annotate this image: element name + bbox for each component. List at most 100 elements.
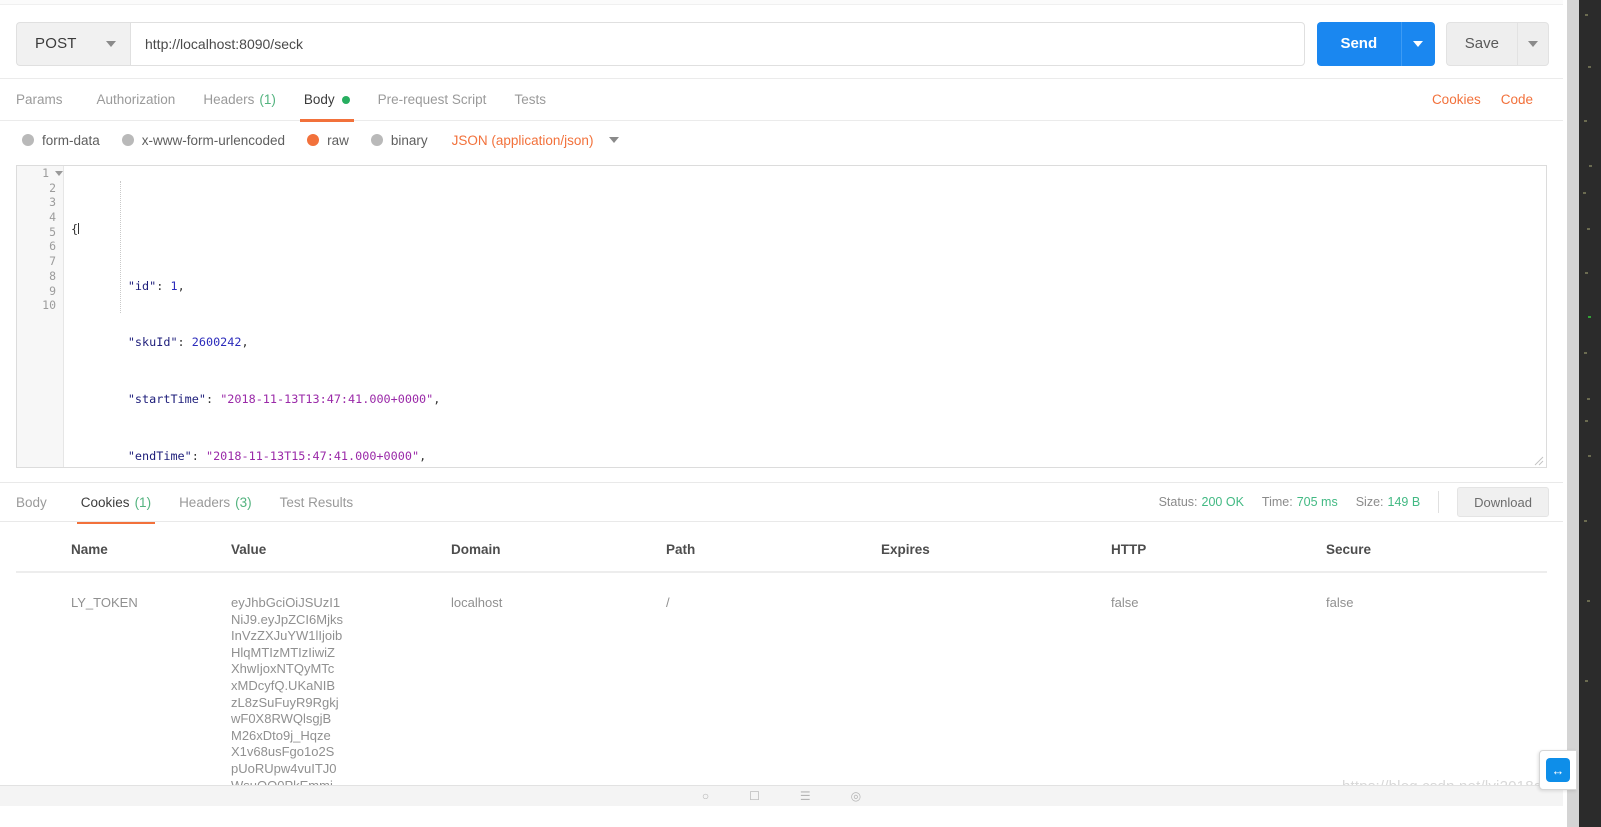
tab-label: Authorization — [96, 92, 176, 107]
body-type-binary[interactable]: binary — [370, 132, 428, 148]
cell-cookie-http: false — [1111, 595, 1139, 610]
body-present-dot-icon — [341, 95, 350, 104]
size-metric: Size: 149 B — [1356, 495, 1420, 509]
app-root: POST Send Save Params — [0, 0, 1601, 827]
request-tabs: Params Authorization Headers (1) Body Pr… — [0, 79, 1563, 122]
line-number: 6 — [49, 239, 56, 254]
download-button[interactable]: Download — [1457, 487, 1549, 517]
code-line-3: "skuId": 2600242, — [127, 335, 249, 350]
body-type-urlencoded[interactable]: x-www-form-urlencoded — [121, 133, 285, 148]
chevron-down-icon — [1413, 40, 1424, 47]
line-number: 3 — [49, 195, 56, 210]
task-view-icon[interactable]: ☐ — [749, 789, 760, 803]
table-header-row: Name Value Domain Path Expires HTTP Secu… — [16, 522, 1547, 573]
line-number: 5 — [49, 224, 56, 239]
save-options-button[interactable] — [1517, 21, 1549, 66]
tab-params[interactable]: Params — [16, 79, 77, 121]
line-number: 10 — [42, 298, 56, 313]
cell-cookie-name: LY_TOKEN — [71, 595, 138, 610]
tab-label: Params — [16, 92, 63, 107]
remote-control-widget[interactable]: ↔ — [1539, 750, 1577, 790]
editor-line-number-gutter: 1 2 3 4 5 6 7 8 9 10 — [17, 166, 64, 467]
tab-label: Pre-request Script — [377, 92, 487, 107]
body-type-raw[interactable]: raw — [307, 133, 349, 148]
code-link[interactable]: Code — [1501, 92, 1533, 107]
help-icon[interactable]: ◎ — [851, 789, 861, 803]
column-header-path[interactable]: Path — [666, 522, 881, 573]
tab-count: (1) — [259, 92, 276, 107]
code-line-1: { — [65, 222, 1546, 237]
bidirectional-arrow-icon: ↔ — [1546, 758, 1570, 782]
json-value-starttime: 2018-11-13T13:47:41.000+0000 — [227, 392, 427, 407]
json-value-skuid: 2600242 — [191, 335, 242, 350]
cookie-value-line: xMDcyfQ.UKaNIB — [231, 677, 336, 693]
indent-guide — [120, 180, 121, 313]
response-tab-cookies[interactable]: Cookies (1) — [67, 481, 165, 524]
content-type-dropdown[interactable]: JSON (application/json) — [452, 133, 620, 148]
response-tab-test-results[interactable]: Test Results — [266, 481, 368, 523]
radio-selected-icon — [307, 134, 320, 146]
line-number: 2 — [49, 180, 56, 195]
cookie-value-line: M26xDto9j_Hqze — [231, 727, 331, 743]
cell-cookie-secure: false — [1326, 595, 1354, 610]
column-header-secure[interactable]: Secure — [1326, 522, 1547, 573]
search-icon[interactable]: ○ — [702, 789, 709, 803]
status-label: Status: — [1158, 495, 1198, 509]
response-tabs: Body Cookies (1) Headers (3) Test Result… — [0, 481, 1563, 524]
column-header-value[interactable]: Value — [231, 522, 451, 573]
body-type-label: binary — [390, 132, 428, 148]
tab-headers[interactable]: Headers (1) — [189, 79, 290, 121]
body-type-form-data[interactable]: form-data — [22, 133, 100, 148]
editor-code-area[interactable]: { "id": 1, "skuId": 2600242, "startTime"… — [65, 166, 1546, 467]
cookie-value-line: XhwIjoxNTQyMTc — [231, 661, 335, 677]
response-tab-body[interactable]: Body — [16, 481, 61, 523]
column-header-domain[interactable]: Domain — [451, 522, 666, 573]
code-fold-caret-icon[interactable] — [55, 171, 63, 176]
send-button[interactable]: Send — [1316, 21, 1401, 66]
editor-resize-handle-icon[interactable] — [1534, 456, 1544, 466]
tab-body[interactable]: Body — [290, 79, 364, 122]
tab-pre-request-script[interactable]: Pre-request Script — [364, 79, 501, 121]
response-meta: Status: 200 OK Time: 705 ms Size: 149 B Dow… — [1159, 487, 1549, 517]
tab-count: (1) — [134, 494, 152, 510]
cell-cookie-expires — [881, 572, 1111, 806]
size-label: Size: — [1355, 495, 1384, 509]
code-line-4: "startTime": "2018-11-13T13:47:41.000+00… — [127, 392, 441, 407]
time-label: Time: — [1261, 495, 1293, 509]
chevron-down-icon — [1528, 40, 1538, 47]
request-url-input[interactable] — [130, 21, 1305, 66]
request-tabs-right-links: Cookies Code — [1432, 92, 1549, 107]
radio-icon — [22, 134, 34, 146]
background-window-edge — [1579, 0, 1601, 827]
save-button-group: Save — [1445, 21, 1549, 66]
size-value: 149 B — [1387, 495, 1421, 509]
send-button-group: Send — [1316, 21, 1435, 66]
column-header-expires[interactable]: Expires — [881, 522, 1111, 573]
status-metric: Status: 200 OK — [1159, 495, 1244, 509]
cookies-table: Name Value Domain Path Expires HTTP Secu… — [16, 522, 1547, 806]
request-body-editor[interactable]: 1 2 3 4 5 6 7 8 9 10 { "id": 1, "skuId":… — [16, 165, 1547, 468]
divider — [1438, 491, 1440, 513]
app-icon[interactable]: ☰ — [800, 789, 811, 803]
cell-cookie-value: eyJhbGciOiJSUzI1 NiJ9.eyJpZCI6Mjks InVzZ… — [231, 572, 451, 806]
cookies-link[interactable]: Cookies — [1432, 92, 1481, 107]
line-number: 7 — [49, 254, 56, 269]
response-tab-headers[interactable]: Headers (3) — [165, 481, 266, 523]
send-options-button[interactable] — [1400, 21, 1435, 66]
line-number: 4 — [49, 210, 56, 225]
cookie-value-line: pUoRUpw4vuITJ0 — [231, 760, 337, 776]
column-header-name[interactable]: Name — [16, 522, 231, 573]
chevron-down-icon — [106, 40, 116, 47]
http-method-dropdown[interactable]: POST — [16, 21, 130, 66]
json-key-starttime: "startTime" — [127, 392, 206, 407]
postman-window: POST Send Save Params — [0, 0, 1563, 806]
http-method-label: POST — [35, 35, 77, 52]
tab-authorization[interactable]: Authorization — [83, 79, 190, 121]
cookie-value-line: zL8zSuFuyR9Rgkj — [231, 694, 339, 710]
tab-tests[interactable]: Tests — [500, 79, 560, 121]
cookie-value-line: wF0X8RWQlsgjB — [231, 711, 332, 727]
column-header-http[interactable]: HTTP — [1111, 522, 1326, 573]
save-button[interactable]: Save — [1445, 21, 1517, 66]
cell-cookie-path: / — [666, 595, 670, 610]
table-row: LY_TOKEN eyJhbGciOiJSUzI1 NiJ9.eyJpZCI6M… — [16, 572, 1547, 806]
